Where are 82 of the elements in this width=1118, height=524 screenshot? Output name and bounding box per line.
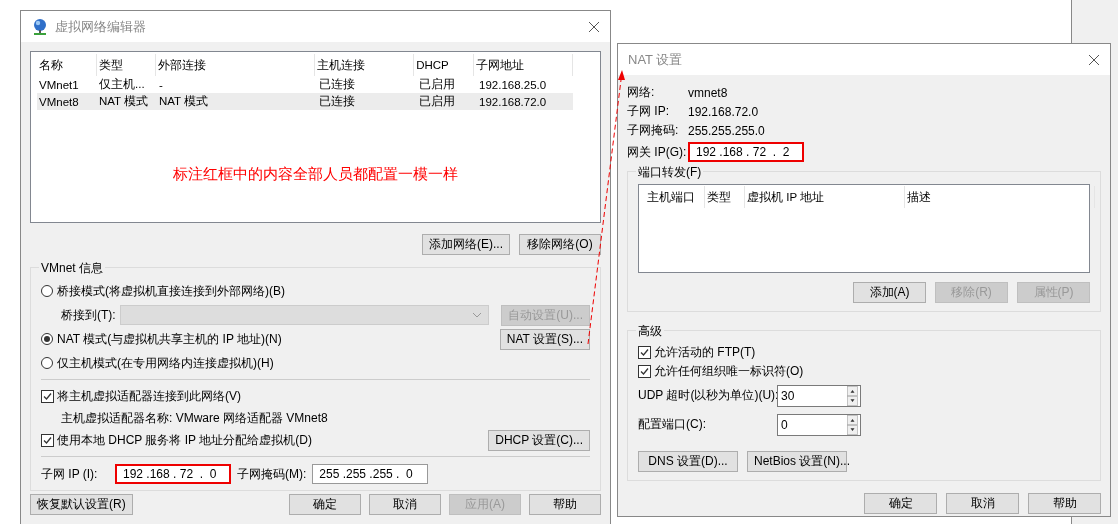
adapter-name-text: 主机虚拟适配器名称: VMware 网络适配器 VMnet8	[60, 410, 329, 427]
close-icon	[588, 20, 600, 33]
dialog-button[interactable]: 添加(A)	[853, 282, 926, 303]
table-row[interactable]: VMnet1 仅主机... - 已连接 已启用 192.168.25.0	[37, 76, 573, 93]
info-label: 网络:	[627, 84, 656, 101]
column-header[interactable]: 名称	[37, 54, 97, 76]
table-cell-text: 已启用	[418, 94, 456, 109]
checkbox-label: 使用本地 DHCP 服务将 IP 地址分配给虚拟机(D)	[57, 431, 312, 449]
table-cell-text: 已启用	[418, 77, 456, 92]
checkbox[interactable]	[638, 346, 651, 359]
table-cell-text: -	[158, 78, 164, 91]
ip-field[interactable]: 192 .168 . 72 . 0	[115, 464, 231, 484]
table-cell-text: VMnet8	[38, 95, 80, 108]
close-icon	[1088, 53, 1100, 66]
info-label: 子网掩码:	[627, 122, 680, 139]
info-label: 子网 IP:	[627, 103, 670, 120]
window-title: NAT 设置	[628, 50, 684, 69]
dialog-button[interactable]: 移除网络(O)	[519, 234, 601, 255]
checkbox-label: 将主机虚拟适配器连接到此网络(V)	[57, 387, 241, 405]
ip-field[interactable]: 192 .168 . 72 . 2	[688, 142, 804, 162]
column-header[interactable]: 虚拟机 IP 地址	[745, 186, 905, 208]
table-cell-text: 仅主机...	[98, 77, 146, 92]
checkbox-label: 允许活动的 FTP(T)	[654, 344, 756, 361]
field-label: 子网 IP (I):	[41, 465, 99, 483]
field-label: 网关 IP(G):	[627, 143, 688, 161]
column-header[interactable]: 类型	[96, 54, 157, 76]
table-cell-text: NAT 模式	[158, 94, 210, 109]
group-title: VMnet 信息	[39, 260, 105, 277]
dialog-button[interactable]: NetBios 设置(N)...	[747, 451, 847, 472]
dialog-button[interactable]: NAT 设置(S)...	[499, 328, 590, 350]
column-header[interactable]: 描述	[905, 186, 1095, 208]
dialog-button[interactable]: 取消	[946, 493, 1019, 514]
annotation-text: 标注红框中的内容全部人员都配置一模一样	[172, 165, 459, 184]
radio-label: 桥接模式(将虚拟机直接连接到外部网络)(B)	[57, 282, 285, 300]
table-row[interactable]: VMnet8 NAT 模式 NAT 模式 已连接 已启用 192.168.72.0	[37, 93, 573, 110]
field-label: 桥接到(T):	[61, 306, 116, 324]
radio-label: NAT 模式(与虚拟机共享主机的 IP 地址)(N)	[57, 330, 282, 348]
ip-field[interactable]: 255 .255 .255 . 0	[312, 464, 429, 484]
radio-label: 仅主机模式(在专用网络内连接虚拟机)(H)	[57, 354, 274, 372]
field-label: UDP 超时(以秒为单位)(U):	[638, 387, 777, 404]
table-cell-text: NAT 模式	[98, 94, 150, 109]
column-header[interactable]: 类型	[705, 186, 745, 208]
dialog-button[interactable]: 帮助	[529, 494, 601, 515]
field-label: 配置端口(C):	[638, 416, 707, 433]
checkbox[interactable]	[638, 365, 651, 378]
checkbox[interactable]	[41, 433, 54, 447]
window-title: 虚拟网络编辑器	[55, 17, 147, 36]
dialog-button[interactable]: 确定	[289, 494, 361, 515]
spin-arrows-icon	[845, 414, 860, 435]
spin-arrows-icon	[845, 385, 860, 406]
info-value: vmnet8	[688, 85, 728, 100]
table-cell-text: VMnet1	[38, 78, 80, 91]
dialog-button[interactable]: 取消	[369, 494, 441, 515]
table-cell-text: 已连接	[318, 77, 356, 92]
column-header[interactable]: 子网地址	[473, 54, 573, 76]
spin-field[interactable]: 0	[777, 413, 861, 436]
column-header[interactable]: 主机连接	[314, 54, 415, 76]
radio-button[interactable]	[41, 285, 53, 297]
group-title: 高级	[636, 323, 664, 340]
dialog-button[interactable]: 帮助	[1028, 493, 1101, 514]
dialog-button[interactable]: DHCP 设置(C)...	[488, 429, 590, 451]
field-label: 子网掩码(M):	[237, 465, 307, 483]
network-globe-icon	[31, 17, 49, 36]
radio-button[interactable]	[41, 357, 53, 369]
info-value: 192.168.72.0	[688, 104, 759, 119]
dialog-button[interactable]: 添加网络(E)...	[422, 234, 510, 255]
group-title: 端口转发(F)	[636, 164, 704, 181]
column-header[interactable]: DHCP	[414, 54, 474, 76]
table-cell-text: 192.168.25.0	[478, 78, 548, 91]
dialog-button[interactable]: DNS 设置(D)...	[638, 451, 738, 472]
column-header[interactable]: 外部连接	[156, 54, 315, 76]
table-cell-text: 192.168.72.0	[478, 95, 548, 108]
info-value: 255.255.255.0	[688, 123, 765, 138]
column-header[interactable]: 主机端口	[645, 186, 705, 208]
caret-icon	[471, 312, 482, 318]
dialog-button[interactable]: 恢复默认设置(R)	[30, 494, 133, 515]
radio-button[interactable]	[41, 333, 53, 345]
dialog-button[interactable]: 确定	[864, 493, 937, 514]
spin-field[interactable]: 30	[777, 384, 861, 407]
checkbox[interactable]	[41, 389, 54, 403]
table-cell-text: 已连接	[318, 94, 356, 109]
checkbox-label: 允许任何组织唯一标识符(O)	[654, 363, 804, 380]
